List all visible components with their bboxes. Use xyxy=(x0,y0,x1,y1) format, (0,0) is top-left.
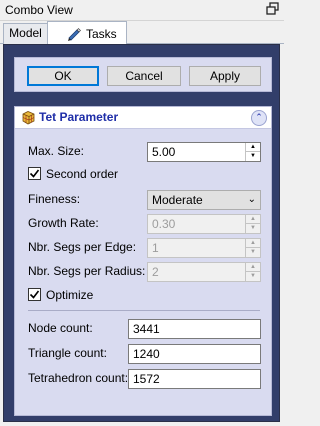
check-icon xyxy=(29,169,40,178)
tetrahedron-count-value: 1572 xyxy=(133,372,160,386)
tab-model[interactable]: Model xyxy=(3,23,48,44)
mesh-cube-icon xyxy=(22,111,35,125)
combo-view-titlebar: Combo View xyxy=(0,0,284,21)
node-count-field[interactable]: 3441 xyxy=(128,319,261,339)
ok-button[interactable]: OK xyxy=(27,66,99,86)
window-title: Combo View xyxy=(5,3,73,17)
segs-per-radius-value: 2 xyxy=(152,265,159,279)
tab-bar: Model Tasks xyxy=(0,21,284,45)
segs-per-edge-spinbox[interactable]: 1 ▲ ▼ xyxy=(147,238,261,258)
spin-down-icon[interactable]: ▼ xyxy=(246,224,260,233)
divider xyxy=(28,310,260,311)
tab-tasks-label: Tasks xyxy=(86,27,117,41)
tab-tasks[interactable]: Tasks xyxy=(47,21,127,45)
spin-up-icon[interactable]: ▲ xyxy=(246,215,260,224)
panel-title: Tet Parameter xyxy=(39,110,119,124)
growth-rate-stepper[interactable]: ▲ ▼ xyxy=(245,215,260,233)
spin-up-icon[interactable]: ▲ xyxy=(246,239,260,248)
dialog-button-bar: OK Cancel Apply xyxy=(14,57,272,92)
triangle-count-value: 1240 xyxy=(133,347,160,361)
segs-per-radius-spinbox[interactable]: 2 ▲ ▼ xyxy=(147,262,261,282)
spin-down-icon[interactable]: ▼ xyxy=(246,248,260,257)
node-count-label: Node count: xyxy=(28,321,93,335)
growth-rate-spinbox[interactable]: 0.30 ▲ ▼ xyxy=(147,214,261,234)
max-size-value: 5.00 xyxy=(152,145,176,159)
growth-rate-value: 0.30 xyxy=(152,217,176,231)
segs-per-radius-label: Nbr. Segs per Radius: xyxy=(28,264,146,278)
segs-per-radius-stepper[interactable]: ▲ ▼ xyxy=(245,263,260,281)
second-order-checkbox[interactable] xyxy=(28,167,41,180)
second-order-label: Second order xyxy=(46,167,119,181)
float-icon[interactable] xyxy=(266,2,280,16)
task-panel-area: OK Cancel Apply Tet Parameter ⌃ Max. Siz… xyxy=(3,44,280,422)
node-count-value: 3441 xyxy=(133,322,160,336)
fineness-dropdown[interactable]: Moderate ⌄ xyxy=(147,190,261,210)
max-size-stepper[interactable]: ▲ ▼ xyxy=(245,143,260,161)
optimize-label: Optimize xyxy=(46,288,94,302)
spin-down-icon[interactable]: ▼ xyxy=(246,152,260,161)
fineness-value: Moderate xyxy=(152,193,203,207)
max-size-spinbox[interactable]: 5.00 ▲ ▼ xyxy=(147,142,261,162)
segs-per-edge-label: Nbr. Segs per Edge: xyxy=(28,240,137,254)
segs-per-edge-value: 1 xyxy=(152,241,159,255)
growth-rate-label: Growth Rate: xyxy=(28,216,99,230)
spin-down-icon[interactable]: ▼ xyxy=(246,272,260,281)
optimize-checkbox[interactable] xyxy=(28,288,41,301)
collapse-chevron-icon[interactable]: ⌃ xyxy=(251,110,267,126)
spin-up-icon[interactable]: ▲ xyxy=(246,263,260,272)
tet-parameter-panel: Tet Parameter ⌃ Max. Size: 5.00 ▲ ▼ Seco… xyxy=(14,106,272,416)
chevron-down-icon: ⌄ xyxy=(247,194,256,205)
panel-header[interactable]: Tet Parameter ⌃ xyxy=(15,107,271,129)
tetrahedron-count-label: Tetrahedron count: xyxy=(28,371,129,385)
tab-model-label: Model xyxy=(9,26,42,40)
triangle-count-label: Triangle count: xyxy=(28,346,107,360)
check-icon xyxy=(29,290,40,299)
max-size-label: Max. Size: xyxy=(28,144,85,158)
tetrahedron-count-field[interactable]: 1572 xyxy=(128,369,261,389)
fineness-label: Fineness: xyxy=(28,192,81,206)
pencil-icon xyxy=(68,28,81,41)
spin-up-icon[interactable]: ▲ xyxy=(246,143,260,152)
triangle-count-field[interactable]: 1240 xyxy=(128,344,261,364)
apply-button[interactable]: Apply xyxy=(189,66,261,86)
segs-per-edge-stepper[interactable]: ▲ ▼ xyxy=(245,239,260,257)
cancel-button[interactable]: Cancel xyxy=(107,66,181,86)
